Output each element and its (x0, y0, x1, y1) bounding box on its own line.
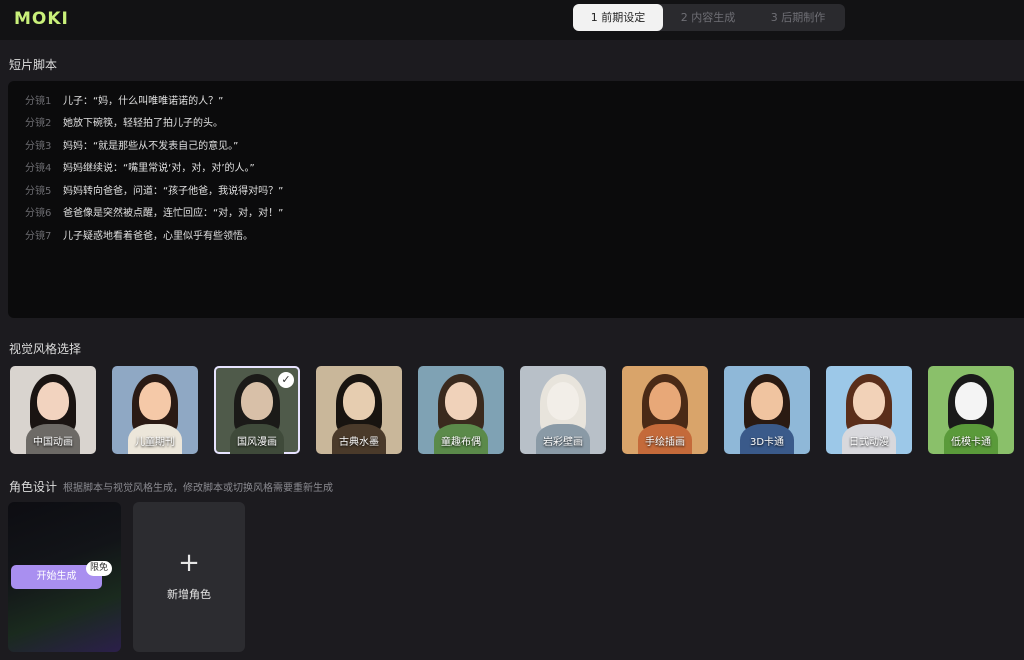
style-card-label: 古典水墨 (339, 437, 379, 448)
style-thumbnail-face (139, 382, 171, 420)
style-card[interactable]: 日式动漫 (826, 366, 912, 454)
style-thumbnail-face (37, 382, 69, 420)
app-logo[interactable]: MOKI (14, 9, 69, 29)
top-bar: MOKI 1 前期设定 2 内容生成 3 后期制作 (0, 0, 1024, 40)
style-card[interactable]: 国风漫画 ✓ (214, 366, 300, 454)
tab-step-3[interactable]: 3 后期制作 (753, 4, 843, 31)
tab-step-1[interactable]: 1 前期设定 (573, 4, 663, 31)
script-section-title: 短片脚本 (9, 58, 58, 72)
style-card-label: 儿童期刊 (135, 437, 175, 448)
shot-text[interactable]: 儿子：“妈，什么叫唯唯诺诺的人？” (63, 96, 223, 107)
style-thumbnail-face (547, 382, 579, 420)
style-thumbnail-face (649, 382, 681, 420)
shot-label: 分镜7 (25, 231, 52, 242)
style-card[interactable]: 岩彩壁画 (520, 366, 606, 454)
free-badge: 限免 (86, 561, 112, 576)
shot-text[interactable]: 儿子疑惑地看着爸爸，心里似乎有些领悟。 (63, 231, 253, 242)
style-card-label: 手绘插画 (645, 437, 685, 448)
script-line: 分镜7 儿子疑惑地看着爸爸，心里似乎有些领悟。 (25, 229, 253, 245)
character-section-header: 角色设计 根据脚本与视觉风格生成，修改脚本或切换风格需要重新生成 (9, 478, 333, 495)
character-section-title: 角色设计 (9, 480, 58, 494)
style-card-label: 国风漫画 (237, 437, 277, 448)
script-line: 分镜1 儿子：“妈，什么叫唯唯诺诺的人？” (25, 94, 223, 110)
style-card[interactable]: 手绘插画 (622, 366, 708, 454)
shot-text[interactable]: 她放下碗筷，轻轻拍了拍儿子的头。 (63, 118, 223, 129)
script-line: 分镜4 妈妈继续说：“嘴里常说‘对，对，对’的人。” (25, 161, 255, 177)
style-thumbnail-face (343, 382, 375, 420)
style-thumbnail-face (445, 382, 477, 420)
script-line: 分镜6 爸爸像是突然被点醒，连忙回应：“对，对，对！” (25, 206, 283, 222)
style-card-label: 日式动漫 (849, 437, 889, 448)
check-icon: ✓ (278, 372, 294, 388)
shot-label: 分镜3 (25, 141, 52, 152)
shot-text[interactable]: 妈妈转向爸爸，问道：“孩子他爸，我说得对吗？” (63, 186, 283, 197)
tab-step-2[interactable]: 2 内容生成 (663, 4, 753, 31)
style-card-label: 岩彩壁画 (543, 437, 583, 448)
shot-text[interactable]: 爸爸像是突然被点醒，连忙回应：“对，对，对！” (63, 208, 283, 219)
shot-label: 分镜1 (25, 96, 52, 107)
add-character-label: 新增角色 (167, 588, 211, 601)
style-list: 中国动画 儿童期刊 国风漫画 ✓ 古典水墨 童趣布偶 岩彩壁画 手绘插画 3D卡通 日式动漫 低模卡… (10, 366, 1024, 454)
style-section-title: 视觉风格选择 (9, 342, 82, 356)
script-line: 分镜3 妈妈：“就是那些从不发表自己的意见。” (25, 139, 238, 155)
shot-label: 分镜2 (25, 118, 52, 129)
style-card-label: 童趣布偶 (441, 437, 481, 448)
style-card-label: 低模卡通 (951, 437, 991, 448)
style-thumbnail-face (955, 382, 987, 420)
step-tabs: 1 前期设定 2 内容生成 3 后期制作 (573, 4, 845, 31)
style-card[interactable]: 中国动画 (10, 366, 96, 454)
script-line: 分镜5 妈妈转向爸爸，问道：“孩子他爸，我说得对吗？” (25, 184, 283, 200)
style-thumbnail-face (751, 382, 783, 420)
style-card[interactable]: 童趣布偶 (418, 366, 504, 454)
style-card-label: 中国动画 (33, 437, 73, 448)
shot-text[interactable]: 妈妈继续说：“嘴里常说‘对，对，对’的人。” (63, 163, 255, 174)
style-thumbnail-face (853, 382, 885, 420)
shot-label: 分镜4 (25, 163, 52, 174)
add-character-button[interactable]: + 新增角色 (133, 502, 245, 652)
script-editor[interactable]: 分镜1 儿子：“妈，什么叫唯唯诺诺的人？” 分镜2 她放下碗筷，轻轻拍了拍儿子的头。… (8, 81, 1024, 318)
style-card[interactable]: 古典水墨 (316, 366, 402, 454)
shot-label: 分镜6 (25, 208, 52, 219)
style-card[interactable]: 儿童期刊 (112, 366, 198, 454)
style-card-label: 3D卡通 (749, 437, 785, 448)
character-section-note: 根据脚本与视觉风格生成，修改脚本或切换风格需要重新生成 (63, 483, 334, 494)
plus-icon: + (178, 548, 200, 578)
style-card[interactable]: 3D卡通 (724, 366, 810, 454)
shot-text[interactable]: 妈妈：“就是那些从不发表自己的意见。” (63, 141, 238, 152)
style-card[interactable]: 低模卡通 (928, 366, 1014, 454)
style-thumbnail-face (241, 382, 273, 420)
script-line: 分镜2 她放下碗筷，轻轻拍了拍儿子的头。 (25, 116, 223, 132)
shot-label: 分镜5 (25, 186, 52, 197)
